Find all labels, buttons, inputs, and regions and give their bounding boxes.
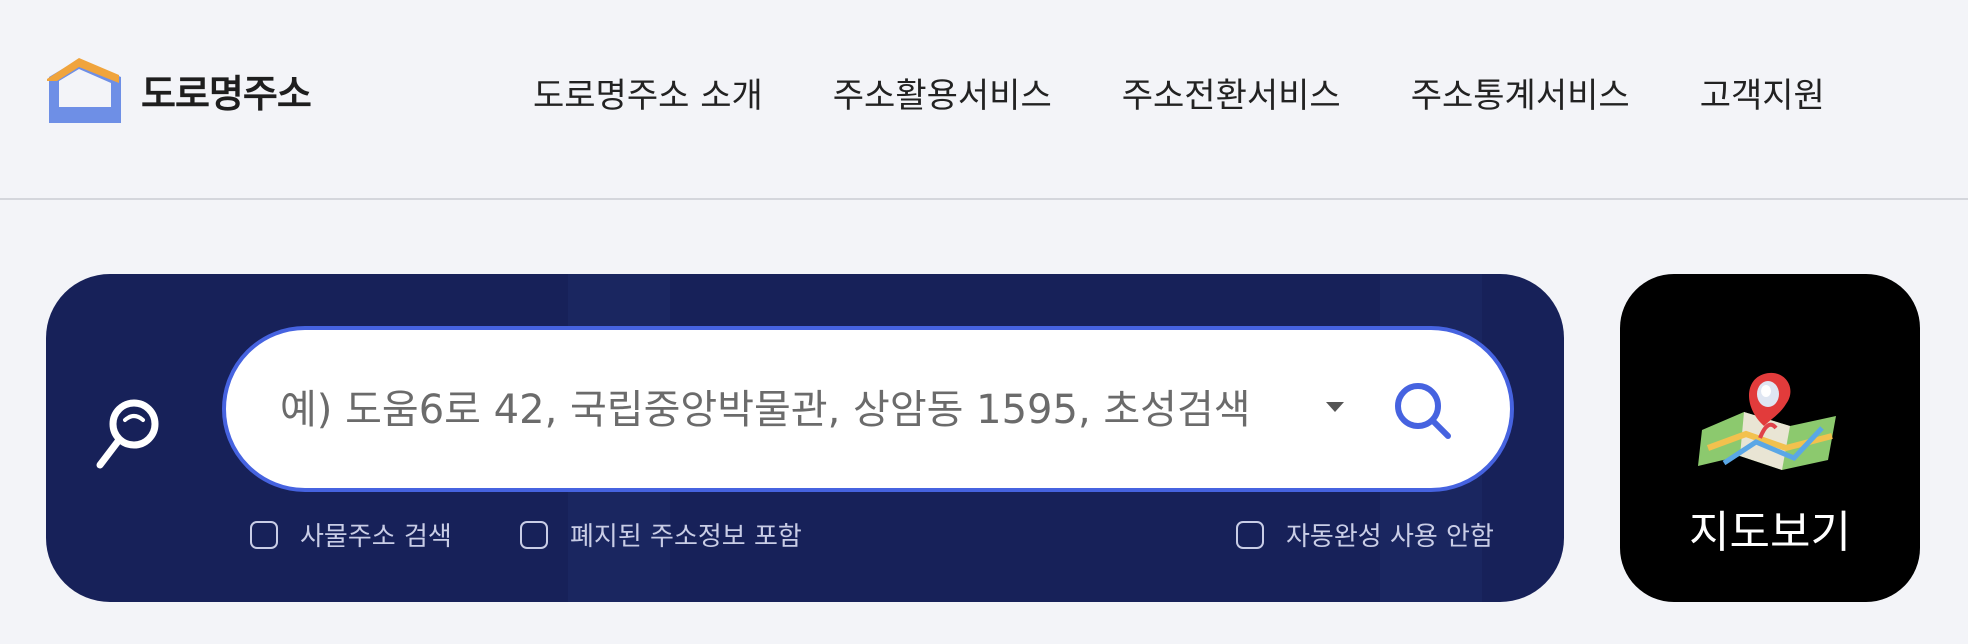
search-icon[interactable] [1392,380,1454,442]
search-panel: 사물주소 검색 폐지된 주소정보 포함 자동완성 사용 안함 [46,274,1564,602]
map-view-label: 지도보기 [1689,507,1851,558]
nav-item-address-conversion[interactable]: 주소전환서비스 [1122,68,1341,117]
logo-text: 도로명주소 [141,71,312,116]
option-label: 사물주소 검색 [300,522,452,552]
logo[interactable]: 도로명주소 [45,55,312,125]
checkbox[interactable] [250,520,278,549]
main-nav: 도로명주소 소개 주소활용서비스 주소전환서비스 주소통계서비스 고객지원 [533,68,1825,117]
site-header: 도로명주소 도로명주소 소개 주소활용서비스 주소전환서비스 주소통계서비스 고… [0,0,1968,200]
search-input[interactable] [280,370,1290,450]
map-view-button[interactable]: 지도보기 [1620,274,1920,602]
nav-item-address-usage[interactable]: 주소활용서비스 [833,68,1052,117]
checkbox[interactable] [520,520,548,549]
chevron-down-icon[interactable] [1326,402,1344,412]
house-icon [47,58,121,123]
option-label: 자동완성 사용 안함 [1286,522,1494,552]
option-include-abolished[interactable]: 폐지된 주소정보 포함 [520,516,802,553]
nav-item-customer-support[interactable]: 고객지원 [1700,68,1825,117]
option-disable-autocomplete[interactable]: 자동완성 사용 안함 [1236,516,1494,553]
option-thing-address-search[interactable]: 사물주소 검색 [250,516,452,553]
checkbox[interactable] [1236,520,1264,549]
nav-item-intro[interactable]: 도로명주소 소개 [533,68,763,117]
nav-item-address-statistics[interactable]: 주소통계서비스 [1411,68,1630,117]
search-box [222,326,1514,492]
option-label: 폐지된 주소정보 포함 [570,522,802,552]
map-pin-icon [1698,372,1836,470]
magnifier-icon [96,399,159,469]
